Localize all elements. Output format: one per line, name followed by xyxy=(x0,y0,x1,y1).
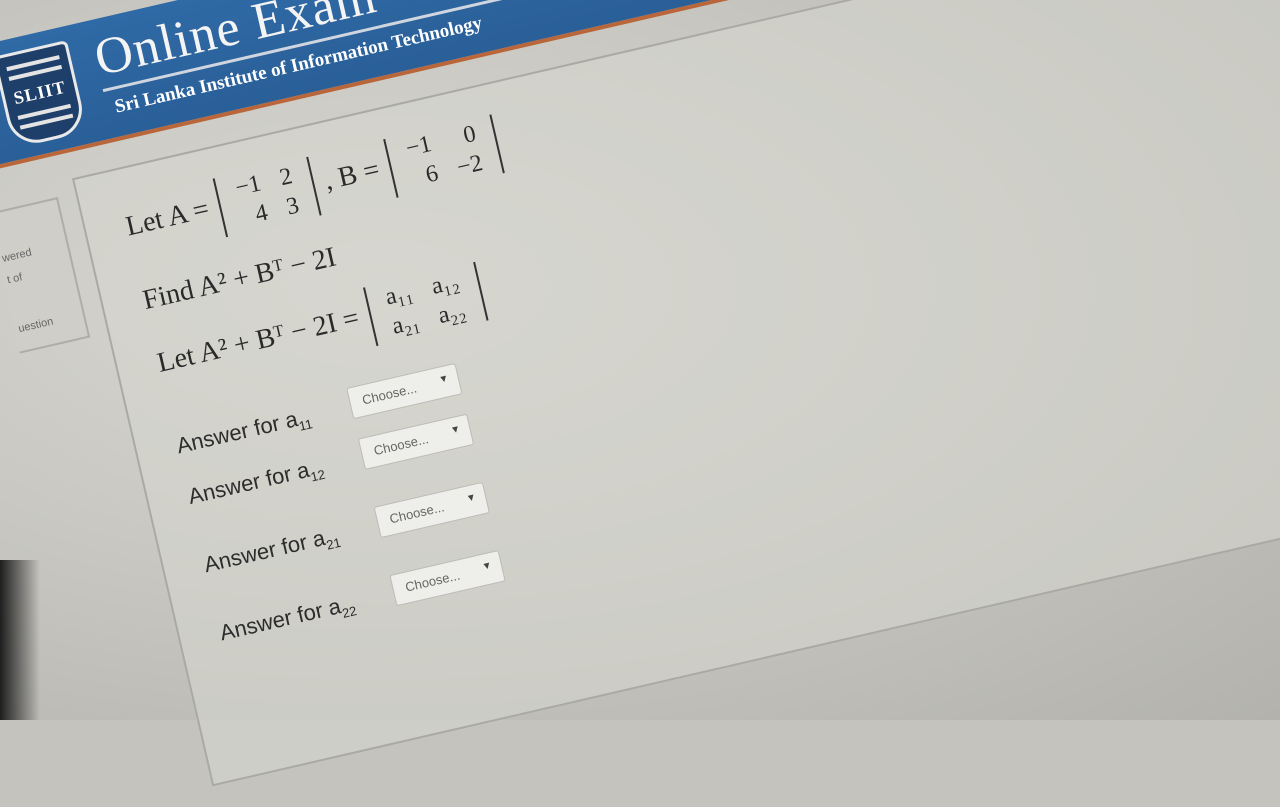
sliit-logo: SLIIT xyxy=(0,40,88,149)
caret-down-icon: ▼ xyxy=(480,560,494,573)
select-value: Choose... xyxy=(372,431,430,459)
matrix-c: a₁₁ a₁₂ a₂₁ a₂₂ xyxy=(362,261,489,347)
caret-down-icon: ▼ xyxy=(437,372,450,386)
let-expr-prefix: Let A² + Bᵀ − 2I = xyxy=(154,302,362,379)
nav-text-line: t of xyxy=(5,271,24,287)
matrix-a: −1 2 4 3 xyxy=(212,156,322,238)
answer-select-a22[interactable]: Choose... ▼ xyxy=(389,549,506,607)
answer-label-text: Answer for a xyxy=(185,456,312,509)
answer-label-subscript: 21 xyxy=(324,534,343,553)
answer-select-a11[interactable]: Choose... ▼ xyxy=(346,362,463,420)
answer-select-a21[interactable]: Choose... ▼ xyxy=(373,481,490,539)
answer-label-subscript: 22 xyxy=(340,603,359,621)
answer-select-a12[interactable]: Choose... ▼ xyxy=(357,413,475,470)
select-value: Choose... xyxy=(360,380,419,408)
answer-label-text: Answer for a xyxy=(201,525,328,578)
answer-label-a22: Answer for a22 xyxy=(217,590,358,649)
answer-label-a11: Answer for a11 xyxy=(174,403,314,461)
answer-label-subscript: 11 xyxy=(297,416,314,434)
monitor-bezel-shadow xyxy=(0,560,40,720)
answer-label-a21: Answer for a21 xyxy=(202,522,343,581)
nav-text-line: uestion xyxy=(17,315,55,336)
matrix-b: −1 0 6 −2 xyxy=(383,114,506,198)
answer-label-text: Answer for a xyxy=(217,593,344,646)
caret-down-icon: ▼ xyxy=(465,491,478,505)
answer-label-a12: Answer for a12 xyxy=(186,454,327,513)
nav-text-line: wered xyxy=(0,246,33,265)
matrix-a-cell: 3 xyxy=(283,192,302,221)
let-a-prefix: Let A = xyxy=(122,193,212,243)
b-prefix: , B = xyxy=(321,153,383,197)
caret-down-icon: ▼ xyxy=(449,423,462,437)
answer-label-subscript: 12 xyxy=(309,466,327,485)
matrix-definition: Let A = −1 2 4 3 , B = −1 0 6 −2 xyxy=(120,113,509,258)
answer-label-text: Answer for a xyxy=(174,406,301,459)
select-value: Choose... xyxy=(388,499,446,527)
select-value: Choose... xyxy=(403,567,462,595)
